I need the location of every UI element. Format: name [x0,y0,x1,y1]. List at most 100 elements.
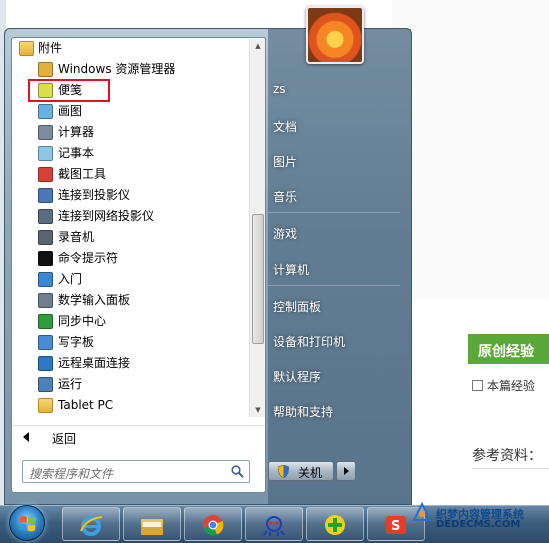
start-button[interactable] [9,505,45,541]
program-label: Tablet PC [58,398,114,412]
start-right-item[interactable]: zs [273,82,286,96]
program-label: Windows 资源管理器 [58,62,176,76]
start-right-item[interactable]: 文档 [273,118,297,135]
program-label: 记事本 [58,146,95,160]
program-item[interactable]: 记事本 [12,143,248,164]
program-label: 远程桌面连接 [58,356,131,370]
taskbar-internet-explorer[interactable] [62,507,120,541]
remote-desktop-icon [38,356,53,371]
separator [268,285,400,286]
plus-circle-icon [325,515,345,535]
program-item[interactable]: 写字板 [12,332,248,353]
divider [472,468,549,469]
scroll-down-button[interactable]: ▼ [250,403,266,417]
watermark-logo-icon [412,501,432,521]
explorer-icon [38,62,53,77]
back-label: 返回 [52,432,77,446]
chrome-icon [203,515,224,536]
program-label: 写字板 [58,335,95,349]
program-item[interactable]: 截图工具 [12,164,248,185]
start-right-item[interactable]: 计算机 [273,261,309,278]
program-item[interactable]: 同步中心 [12,311,248,332]
folder-icon [141,519,163,535]
background-panel [392,0,549,300]
checkbox-label: 本篇经验 [487,379,536,393]
experience-checkbox-row[interactable]: 本篇经验 [472,377,549,397]
projector-icon [38,188,53,203]
start-right-item[interactable]: 音乐 [273,188,297,205]
program-item[interactable]: 命令提示符 [12,248,248,269]
scroll-thumb[interactable] [252,214,264,344]
start-menu-program-pane: 附件 Windows 资源管理器 便笺 画图 计算器 记事本 截图工具 连接到投影仪 连接到网络… [11,37,266,493]
program-label: 入门 [58,272,83,286]
microphone-icon [38,230,53,245]
checkbox[interactable] [472,380,483,391]
start-right-item[interactable]: 帮助和支持 [273,403,333,420]
start-right-item[interactable]: 控制面板 [273,298,321,315]
program-label: 运行 [58,377,83,391]
scroll-up-button[interactable]: ▲ [250,39,266,53]
program-label: 截图工具 [58,167,107,181]
chevron-right-icon [344,467,349,475]
reference-heading: 参考资料： [472,448,542,464]
program-item[interactable]: 计算器 [12,122,248,143]
program-item[interactable]: 附件 [12,38,248,59]
shutdown-label: 关机 [298,466,323,480]
program-item[interactable]: 连接到网络投影仪 [12,206,248,227]
math-input-icon [38,293,53,308]
start-right-item[interactable]: 默认程序 [273,368,321,385]
program-item[interactable]: 录音机 [12,227,248,248]
program-item[interactable]: 入门 [12,269,248,290]
start-menu: 附件 Windows 资源管理器 便笺 画图 计算器 记事本 截图工具 连接到投影仪 连接到网络… [4,28,412,505]
program-item[interactable]: 数学输入面板 [12,290,248,311]
program-label: 录音机 [58,230,95,244]
wordpad-icon [38,335,53,350]
program-list-scrollbar[interactable]: ▲ ▼ [249,39,265,417]
program-label: 连接到网络投影仪 [58,209,155,223]
program-item[interactable]: 画图 [12,101,248,122]
program-label: 同步中心 [58,314,107,328]
watermark: 织梦内容管理系统 DEDECMS.COM [410,490,549,530]
program-label: 计算器 [58,125,95,139]
calculator-icon [38,125,53,140]
network-projector-icon [38,209,53,224]
program-item[interactable]: 运行 [12,374,248,395]
start-right-item[interactable]: 设备和打印机 [273,333,345,350]
program-label: 命令提示符 [58,251,119,265]
program-label: 附件 [38,41,63,55]
search-input[interactable]: 搜索程序和文件 [22,460,250,483]
program-label: 画图 [58,104,83,118]
search-icon[interactable] [231,465,244,478]
getting-started-icon [38,272,53,287]
taskbar-app-robot[interactable] [245,507,303,541]
command-prompt-icon [38,251,53,266]
shutdown-button[interactable]: 关机 [268,461,334,481]
start-right-item[interactable]: 图片 [273,153,297,170]
program-item[interactable]: 连接到投影仪 [12,185,248,206]
run-icon [38,377,53,392]
program-item[interactable]: Tablet PC [12,395,248,416]
folder-icon [19,41,34,56]
search-placeholder: 搜索程序和文件 [29,467,114,481]
sogou-icon: S [386,516,406,534]
windows-logo-icon [19,516,36,532]
shield-icon [278,465,289,478]
internet-explorer-icon [80,516,103,536]
svg-text:S: S [391,519,400,534]
taskbar-windows-explorer[interactable] [123,507,181,541]
taskbar-app-plus[interactable] [306,507,364,541]
separator [268,212,400,213]
notepad-icon [38,146,53,161]
program-item[interactable]: 远程桌面连接 [12,353,248,374]
program-label: 数学输入面板 [58,293,131,307]
back-button[interactable]: 返回 [12,425,265,449]
program-item[interactable]: Windows 资源管理器 [12,59,248,80]
sync-center-icon [38,314,53,329]
user-avatar[interactable] [306,6,364,64]
shutdown-options-button[interactable] [336,461,356,481]
folder-icon [38,398,53,413]
taskbar-chrome[interactable] [184,507,242,541]
snipping-tool-icon [38,167,53,182]
back-arrow-icon [23,432,29,442]
start-right-item[interactable]: 游戏 [273,225,297,242]
